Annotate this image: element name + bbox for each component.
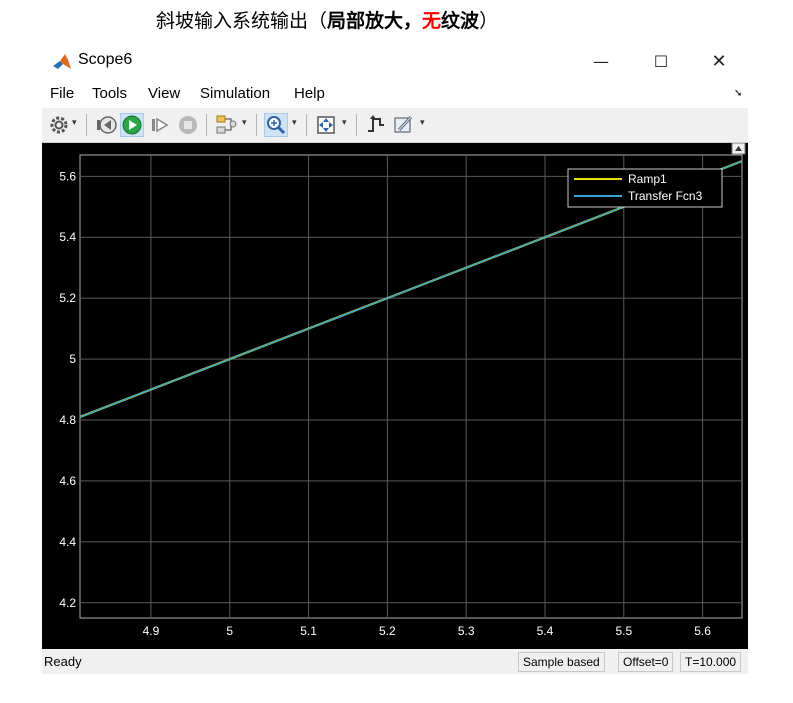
y-tick-label: 4.4 (59, 535, 76, 549)
caption-part-3: 无 (422, 10, 442, 32)
status-ready-text: Ready (44, 654, 82, 669)
toolbar-separator (256, 114, 257, 136)
dock-arrow-icon[interactable]: ➘ (734, 88, 742, 99)
y-tick-label: 5.2 (59, 291, 76, 305)
caption-text: 斜坡输入系统输出（局部放大，无纹波） (156, 6, 498, 33)
y-tick-label: 5 (69, 352, 76, 366)
menu-simulation[interactable]: Simulation (200, 85, 270, 102)
menu-tools[interactable]: Tools (92, 85, 127, 102)
zoom-dropdown-arrow-icon[interactable]: ▾ (292, 118, 297, 128)
status-offset: Offset=0 (618, 652, 674, 672)
menu-view[interactable]: View (148, 85, 180, 102)
signal-highlight-icon[interactable] (214, 113, 238, 137)
caption-part-4: 纹波 (441, 10, 480, 32)
toolbar: ▾ ▾ ▾ ▾ ▾ (42, 108, 748, 143)
run-icon[interactable] (120, 113, 144, 137)
y-tick-label: 4.2 (59, 596, 76, 610)
caption-part-2: 局部放大， (327, 10, 423, 32)
menu-bar: File Tools View Simulation Help ➘ (42, 80, 748, 108)
status-bar: Ready Sample based Offset=0 T=10.000 (42, 649, 748, 674)
status-sample-mode: Sample based (518, 652, 605, 672)
measurements-dropdown-arrow-icon[interactable]: ▾ (420, 118, 425, 128)
status-time: T=10.000 (680, 652, 742, 672)
legend-label: Ramp1 (628, 172, 667, 186)
triggers-icon[interactable] (364, 113, 388, 137)
autoscale-icon[interactable] (314, 113, 338, 137)
scope-plot-area[interactable]: 4.9 5 5.1 5.2 5.3 5.4 5.5 5.6 4.2 4.4 4.6 4.8 5 5.2 5.… (42, 143, 748, 649)
toolbar-separator (356, 114, 357, 136)
toolbar-separator (306, 114, 307, 136)
matlab-logo-icon (53, 54, 71, 69)
scope-window: Scope6 — ☐ ✕ File Tools View Simulation … (42, 44, 748, 674)
y-tick-label: 4.6 (59, 474, 76, 488)
x-tick-label: 4.9 (143, 624, 160, 638)
step-forward-icon[interactable] (148, 113, 172, 137)
toolbar-separator (86, 114, 87, 136)
x-tick-label: 5.1 (300, 624, 317, 638)
legend-label: Transfer Fcn3 (628, 189, 703, 203)
title-bar[interactable]: Scope6 — ☐ ✕ (42, 44, 748, 80)
settings-dropdown-arrow-icon[interactable]: ▾ (72, 118, 77, 128)
y-tick-label: 5.4 (59, 230, 76, 244)
x-tick-label: 5.5 (615, 624, 632, 638)
cursor-measurements-icon[interactable] (392, 113, 416, 137)
menu-file[interactable]: File (50, 85, 74, 102)
x-tick-label: 5 (226, 624, 233, 638)
close-button[interactable]: ✕ (696, 48, 742, 76)
maximize-button[interactable]: ☐ (638, 48, 684, 76)
zoom-in-icon[interactable] (264, 113, 288, 137)
plot-axes-box (79, 154, 743, 619)
highlight-dropdown-arrow-icon[interactable]: ▾ (242, 118, 247, 128)
step-back-icon[interactable] (94, 113, 118, 137)
autoscale-dropdown-arrow-icon[interactable]: ▾ (342, 118, 347, 128)
stop-icon[interactable] (176, 113, 200, 137)
caption-part-1: 斜坡输入系统输出（ (156, 10, 328, 32)
x-tick-label: 5.2 (379, 624, 396, 638)
minimize-button[interactable]: — (578, 48, 624, 76)
y-tick-label: 4.8 (59, 413, 76, 427)
scope-plot-svg: 4.9 5 5.1 5.2 5.3 5.4 5.5 5.6 4.2 4.4 4.6 4.8 5 5.2 5.… (59, 143, 746, 638)
x-tick-label: 5.3 (458, 624, 475, 638)
x-tick-label: 5.6 (694, 624, 711, 638)
toolbar-separator (206, 114, 207, 136)
y-tick-label: 5.6 (59, 169, 76, 183)
window-title: Scope6 (78, 51, 133, 68)
caption-part-5: ） (479, 10, 499, 32)
x-tick-label: 5.4 (537, 624, 554, 638)
menu-help[interactable]: Help (294, 85, 325, 102)
settings-gear-icon[interactable] (48, 113, 70, 137)
figure-caption: 斜坡输入系统输出（局部放大，无纹波） (0, 6, 793, 36)
